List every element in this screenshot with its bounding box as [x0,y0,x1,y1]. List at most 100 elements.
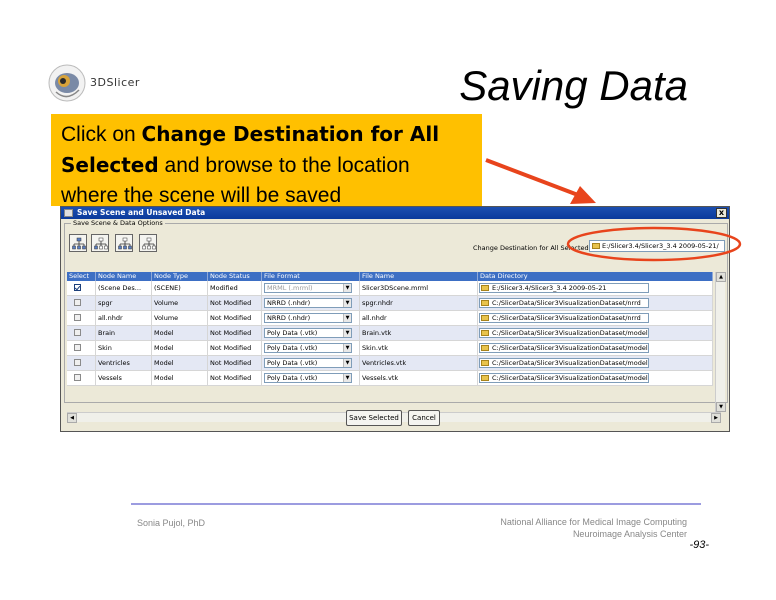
folder-icon [481,360,489,366]
clear-selection-button[interactable] [139,234,157,252]
file-name-cell[interactable]: all.nhdr [360,311,478,325]
scroll-right-icon[interactable]: ▶ [711,413,721,423]
file-format-value: Poly Data (.vtk) [267,329,318,337]
node-type-cell: Model [152,341,208,355]
select-modified-icon [94,237,108,250]
file-name-cell[interactable]: Ventricles.vtk [360,356,478,370]
col-header-file-format[interactable]: File Format [262,272,360,281]
file-name-cell[interactable]: Brain.vtk [360,326,478,340]
data-directory-button[interactable]: C:/SlicerData/Slicer3VisualizationDatase… [479,373,649,383]
table-row[interactable]: Skin Model Not Modified Poly Data (.vtk)… [67,341,713,356]
select-cell [67,296,96,310]
data-directory-cell: C:/SlicerData/Slicer3VisualizationDatase… [478,371,713,385]
select-checkbox[interactable] [74,314,81,321]
data-directory-cell: C:/SlicerData/Slicer3VisualizationDatase… [478,356,713,370]
scroll-down-icon[interactable]: ▼ [716,402,726,412]
node-name-cell: Vessels [96,371,152,385]
chevron-down-icon: ▼ [343,344,351,352]
select-modified-button[interactable] [91,234,109,252]
slicer-logo-icon [48,64,86,102]
file-format-select[interactable]: NRRD (.nhdr) ▼ [264,298,352,308]
data-directory-button[interactable]: C:/SlicerData/Slicer3VisualizationDatase… [479,328,649,338]
col-header-data-directory[interactable]: Data Directory [478,272,713,281]
file-name-cell[interactable]: Vessels.vtk [360,371,478,385]
file-format-cell: Poly Data (.vtk) ▼ [262,326,360,340]
node-name-cell: (Scene Des... [96,281,152,295]
dialog-titlebar[interactable]: Save Scene and Unsaved Data x [61,207,729,219]
scroll-up-icon[interactable]: ▲ [716,272,726,282]
file-format-cell: MRML (.mrml) ▼ [262,281,360,295]
table-row[interactable]: Vessels Model Not Modified Poly Data (.v… [67,371,713,386]
chevron-down-icon: ▼ [343,284,351,292]
select-checkbox[interactable] [74,344,81,351]
data-directory-button[interactable]: E:/Slicer3.4/Slicer3_3.4 2009-05-21 [479,283,649,293]
table-row[interactable]: (Scene Des... (SCENE) Modified MRML (.mr… [67,281,713,296]
scroll-left-icon[interactable]: ◀ [67,413,77,423]
file-name-cell[interactable]: spgr.nhdr [360,296,478,310]
data-directory-value: C:/SlicerData/Slicer3VisualizationDatase… [492,314,641,322]
logo-text: 3DSlicer [90,76,140,89]
file-format-select[interactable]: Poly Data (.vtk) ▼ [264,373,352,383]
instruction-callout: Click on Change Destination for All Sele… [51,114,482,207]
file-name-cell[interactable]: Slicer3DScene.mrml [360,281,478,295]
select-checkbox[interactable] [74,284,81,291]
file-format-select[interactable]: Poly Data (.vtk) ▼ [264,358,352,368]
vertical-scrollbar[interactable]: ▲ ▼ [715,272,726,412]
save-options-group: Save Scene & Data Options Change Destina… [64,219,728,423]
col-header-node-type[interactable]: Node Type [152,272,208,281]
table-row[interactable]: spgr Volume Not Modified NRRD (.nhdr) ▼ s… [67,296,713,311]
node-status-cell: Not Modified [208,371,262,385]
node-type-cell: Volume [152,296,208,310]
file-format-value: NRRD (.nhdr) [267,299,311,307]
col-header-file-name[interactable]: File Name [360,272,478,281]
data-directory-value: C:/SlicerData/Slicer3VisualizationDatase… [492,374,649,382]
change-destination-label: Change Destination for All Selected [473,244,589,252]
table-row[interactable]: all.nhdr Volume Not Modified NRRD (.nhdr… [67,311,713,326]
data-directory-cell: C:/SlicerData/Slicer3VisualizationDatase… [478,311,713,325]
select-all-button[interactable] [69,234,87,252]
node-status-cell: Not Modified [208,341,262,355]
data-directory-button[interactable]: C:/SlicerData/Slicer3VisualizationDatase… [479,358,649,368]
select-checkbox[interactable] [74,374,81,381]
select-checkbox[interactable] [74,329,81,336]
destination-path: E:/Slicer3.4/Slicer3_3.4 2009-05-21/ [602,242,719,250]
select-data-icon [118,237,132,250]
window-icon [64,209,73,217]
data-directory-button[interactable]: C:/SlicerData/Slicer3VisualizationDatase… [479,343,649,353]
table-row[interactable]: Brain Model Not Modified Poly Data (.vtk… [67,326,713,341]
data-directory-button[interactable]: C:/SlicerData/Slicer3VisualizationDatase… [479,298,649,308]
col-header-node-status[interactable]: Node Status [208,272,262,281]
close-button[interactable]: x [716,208,727,218]
data-directory-value: C:/SlicerData/Slicer3VisualizationDatase… [492,329,649,337]
chevron-down-icon: ▼ [343,359,351,367]
file-format-select[interactable]: NRRD (.nhdr) ▼ [264,313,352,323]
chevron-down-icon: ▼ [343,329,351,337]
cancel-button[interactable]: Cancel [408,410,440,426]
file-format-cell: Poly Data (.vtk) ▼ [262,356,360,370]
file-format-value: Poly Data (.vtk) [267,374,318,382]
select-data-button[interactable] [115,234,133,252]
file-name-cell[interactable]: Skin.vtk [360,341,478,355]
node-name-cell: Brain [96,326,152,340]
col-header-node-name[interactable]: Node Name [96,272,152,281]
select-cell [67,311,96,325]
file-format-select[interactable]: Poly Data (.vtk) ▼ [264,343,352,353]
file-format-select[interactable]: Poly Data (.vtk) ▼ [264,328,352,338]
table-row[interactable]: Ventricles Model Not Modified Poly Data … [67,356,713,371]
arrow-head-icon [570,186,596,204]
change-destination-button[interactable]: E:/Slicer3.4/Slicer3_3.4 2009-05-21/ [589,240,725,252]
select-checkbox[interactable] [74,359,81,366]
data-directory-cell: C:/SlicerData/Slicer3VisualizationDatase… [478,296,713,310]
select-checkbox[interactable] [74,299,81,306]
chevron-down-icon: ▼ [343,374,351,382]
nodes-table: Select Node Name Node Type Node Status F… [67,272,713,386]
file-format-cell: Poly Data (.vtk) ▼ [262,371,360,385]
chevron-down-icon: ▼ [343,299,351,307]
file-format-value: Poly Data (.vtk) [267,359,318,367]
col-header-select[interactable]: Select [67,272,96,281]
data-directory-button[interactable]: C:/SlicerData/Slicer3VisualizationDatase… [479,313,649,323]
data-directory-value: E:/Slicer3.4/Slicer3_3.4 2009-05-21 [492,284,607,292]
folder-icon [481,315,489,321]
save-scene-dialog: Save Scene and Unsaved Data x Save Scene… [60,206,730,432]
save-selected-button[interactable]: Save Selected [346,410,402,426]
